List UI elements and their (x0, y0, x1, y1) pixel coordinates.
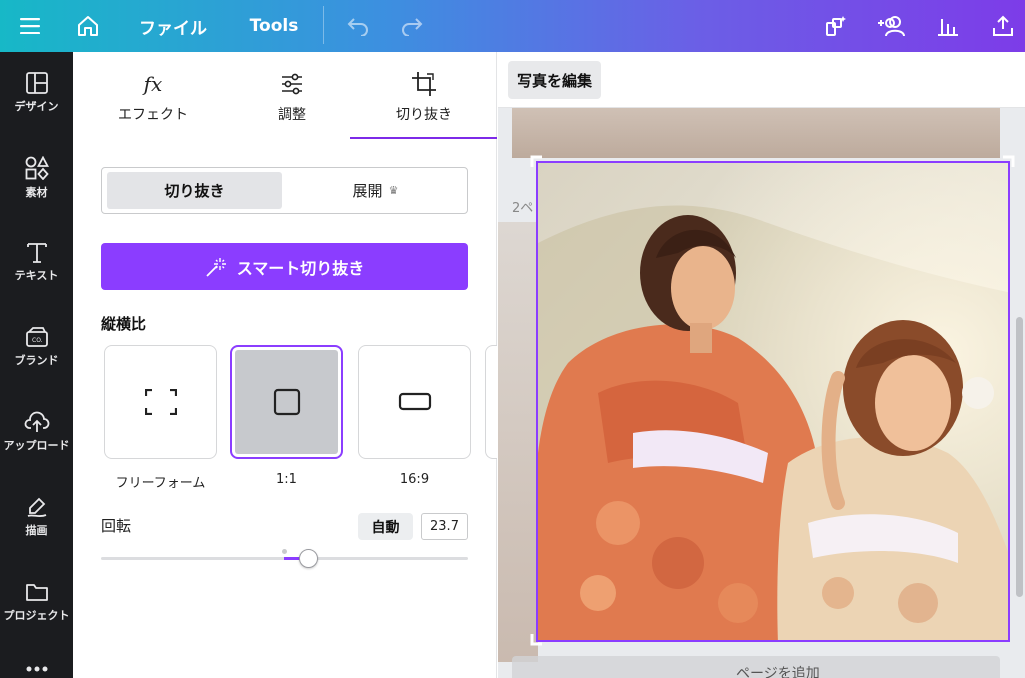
crop-mode-segmented-control: 切り抜き 展開 ♛ (101, 167, 468, 214)
smart-crop-label: スマート切り抜き (236, 258, 365, 278)
nav-label: アップロード (3, 439, 70, 452)
active-tab-indicator (350, 137, 497, 139)
layout-icon (25, 72, 48, 94)
canvas-toolbar: 写真を編集 (498, 52, 1025, 108)
smart-crop-button[interactable]: スマート切り抜き (101, 243, 468, 290)
rotation-slider-thumb[interactable] (299, 549, 318, 568)
folder-icon (25, 584, 48, 601)
previous-page-photo (512, 108, 1000, 158)
nav-item-draw[interactable]: 描画 (0, 496, 73, 566)
edit-photo-panel: fx エフェクト 調整 切り抜き 切り抜き 展開 ♛ スマート切り抜き 縦横比 … (73, 52, 497, 678)
text-icon (26, 243, 47, 263)
svg-text:CO.: CO. (32, 337, 43, 344)
magic-resize-icon[interactable] (818, 0, 854, 52)
segment-expand-label: 展開 (352, 182, 383, 200)
ratio-1-1-card[interactable] (230, 345, 343, 459)
square-icon (273, 388, 300, 416)
menu-icon[interactable] (12, 0, 48, 52)
tab-label: 切り抜き (396, 107, 452, 123)
crop-ghost-image (498, 222, 538, 662)
sparkle-wand-icon (206, 257, 226, 277)
tab-label: 調整 (278, 107, 306, 123)
ratio-next-card[interactable] (485, 345, 497, 459)
segment-expand[interactable]: 展開 ♛ (288, 172, 463, 209)
export-upload-icon[interactable] (985, 0, 1021, 52)
tab-crop[interactable]: 切り抜き (354, 52, 494, 138)
freeform-icon (144, 389, 177, 415)
nav-label: 素材 (25, 186, 48, 199)
crop-handle-top-right[interactable] (1001, 155, 1015, 169)
nav-item-uploads[interactable]: アップロード (0, 411, 73, 481)
rotation-label: 回転 (101, 517, 132, 535)
tab-effects[interactable]: fx エフェクト (83, 52, 223, 138)
rotation-slider-center-mark (282, 549, 287, 554)
draw-icon (27, 497, 46, 518)
add-page-label: ページを追加 (736, 666, 820, 678)
nav-label: デザイン (14, 100, 59, 113)
nav-item-text[interactable]: テキスト (0, 241, 73, 311)
edit-photo-button[interactable]: 写真を編集 (508, 61, 602, 99)
toolbar-divider (323, 6, 324, 44)
apps-grid-icon[interactable] (0, 664, 73, 678)
nav-label: 描画 (25, 524, 48, 537)
nav-item-elements[interactable]: 素材 (0, 156, 73, 226)
tab-label: エフェクト (118, 107, 188, 123)
left-nav: デザイン 素材 テキスト CO. ブランド アップロード 描画 プロジェクト (0, 52, 73, 678)
photo-image (538, 163, 1008, 640)
tools-menu[interactable]: Tools (244, 0, 304, 52)
wide-rect-icon (398, 392, 431, 411)
sliders-icon (280, 70, 304, 98)
cropped-photo[interactable] (536, 161, 1010, 642)
nav-label: テキスト (14, 269, 59, 282)
crop-icon (411, 70, 437, 98)
home-icon[interactable] (70, 0, 106, 52)
fx-icon: fx (143, 72, 163, 96)
undo-icon[interactable] (340, 0, 376, 52)
redo-icon[interactable] (394, 0, 430, 52)
ratio-1-1-label: 1:1 (276, 472, 297, 487)
canvas-area: 2ペ ページを追加 写真を編集 (498, 52, 1025, 678)
nav-item-design[interactable]: デザイン (0, 72, 73, 142)
nav-item-brand[interactable]: CO. ブランド (0, 326, 73, 396)
elements-icon (25, 156, 49, 180)
ratio-16-9-card[interactable] (358, 345, 471, 459)
ratio-freeform-label: フリーフォーム (115, 476, 206, 491)
nav-label: ブランド (14, 354, 59, 367)
ratio-freeform-card[interactable] (104, 345, 217, 459)
segment-crop[interactable]: 切り抜き (107, 172, 282, 209)
tab-adjust[interactable]: 調整 (222, 52, 362, 138)
crop-handle-top-left[interactable] (530, 155, 544, 169)
crown-icon: ♛ (388, 184, 399, 197)
rotation-value-input[interactable]: 23.7 (421, 513, 468, 540)
file-menu[interactable]: ファイル (130, 0, 216, 52)
aspect-ratio-title: 縦横比 (101, 315, 147, 333)
auto-rotate-button[interactable]: 自動 (358, 513, 413, 540)
brand-icon: CO. (25, 327, 48, 347)
app-root: ファイル Tools デザイン 素材 テキスト CO. ブランド アップロード … (0, 0, 1025, 678)
upload-icon (24, 411, 49, 432)
share-people-icon[interactable] (872, 0, 912, 52)
nav-item-projects[interactable]: プロジェクト (0, 581, 73, 651)
ratio-16-9-label: 16:9 (399, 472, 430, 487)
canvas-scrollbar[interactable] (1016, 317, 1023, 597)
crop-handle-bottom-left[interactable] (530, 632, 544, 646)
top-bar: ファイル Tools (0, 0, 1025, 52)
nav-label: プロジェクト (3, 609, 70, 622)
page-label: 2ペ (512, 201, 534, 216)
insights-chart-icon[interactable] (930, 0, 966, 52)
